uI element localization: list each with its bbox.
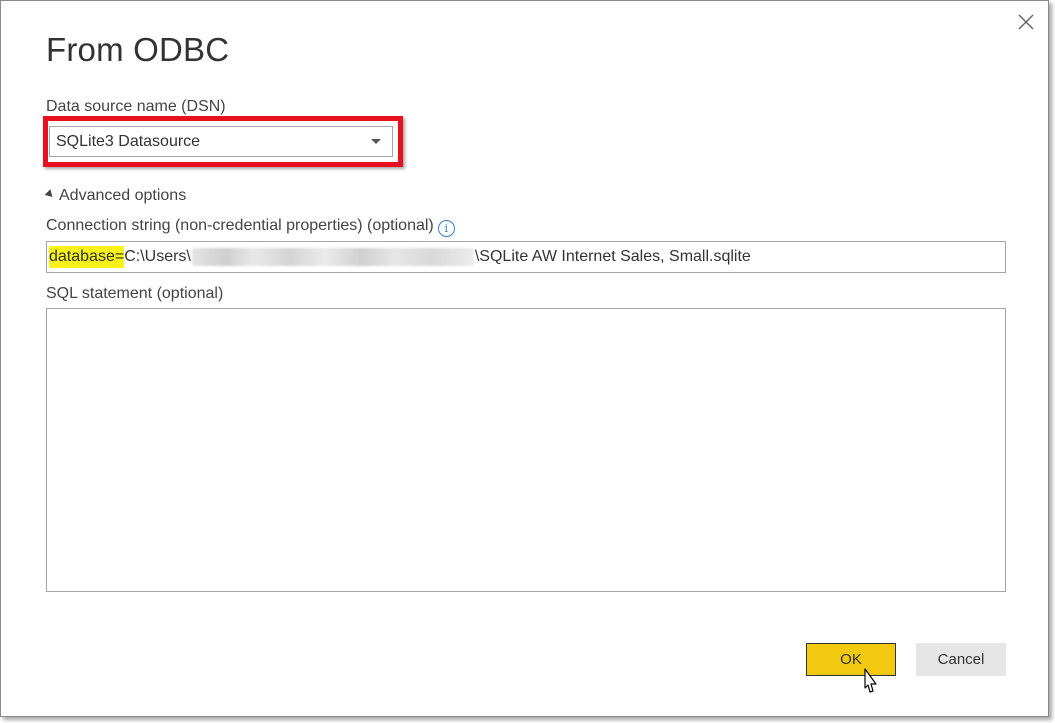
redacted-path <box>191 248 474 266</box>
advanced-options-label: Advanced options <box>59 187 187 204</box>
dsn-dropdown[interactable]: SQLite3 Datasource <box>49 126 393 157</box>
dsn-label: Data source name (DSN) <box>46 98 226 115</box>
sql-statement-label: SQL statement (optional) <box>46 285 224 302</box>
connection-string-highlighted: database= <box>49 246 125 268</box>
close-icon[interactable] <box>1014 10 1038 34</box>
odbc-dialog: From ODBC Data source name (DSN) SQLite3… <box>0 0 1049 717</box>
connection-string-label-row: Connection string (non-credential proper… <box>46 217 455 237</box>
connection-string-value: database= C:\Users\ \SQLite AW Internet Sa… <box>49 246 751 268</box>
sql-statement-textarea[interactable] <box>46 308 1006 592</box>
advanced-options-toggle[interactable]: Advanced options <box>44 187 187 205</box>
connection-string-input[interactable]: database= C:\Users\ \SQLite AW Internet Sa… <box>46 241 1006 273</box>
dialog-title: From ODBC <box>46 31 230 68</box>
info-icon[interactable]: i <box>437 220 455 237</box>
connection-string-prefix: C:\Users\ <box>124 248 191 265</box>
connection-string-suffix: \SQLite AW Internet Sales, Small.sqlite <box>474 248 751 265</box>
expand-triangle-icon <box>44 189 56 200</box>
ok-button[interactable]: OK <box>806 643 896 676</box>
mouse-pointer-icon <box>864 668 877 693</box>
connection-string-label: Connection string (non-credential proper… <box>46 217 434 234</box>
chevron-down-icon <box>371 139 381 144</box>
dsn-selected-value: SQLite3 Datasource <box>56 133 201 150</box>
cancel-button[interactable]: Cancel <box>916 643 1006 676</box>
